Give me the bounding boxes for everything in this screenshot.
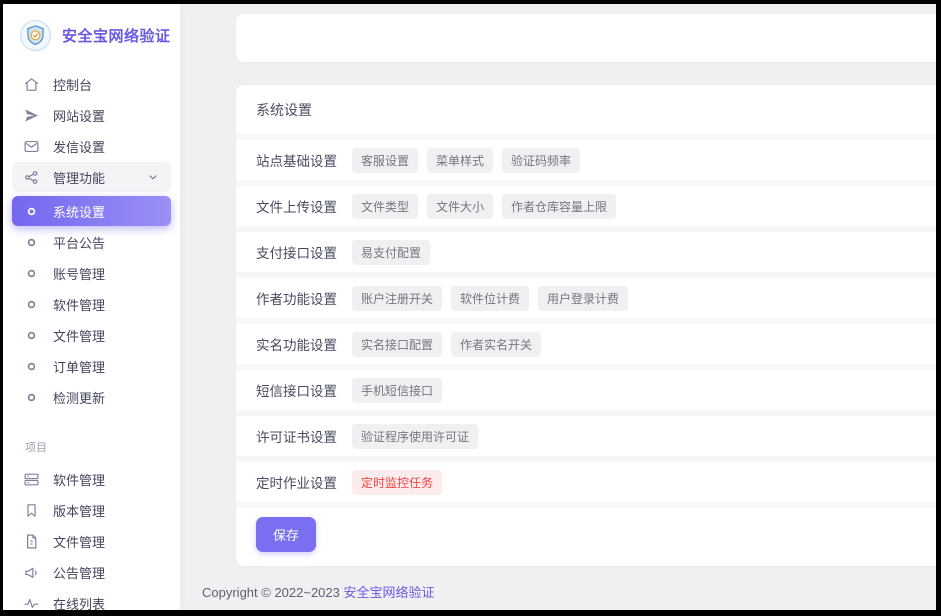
menu-item-label: 软件管理 bbox=[53, 295, 105, 314]
menu-item-label: 版本管理 bbox=[53, 501, 105, 520]
sidebar-submenu: 系统设置平台公告账号管理软件管理文件管理订单管理检测更新 bbox=[3, 196, 180, 412]
submenu-item-3[interactable]: 软件管理 bbox=[12, 289, 171, 319]
setting-badge[interactable]: 文件类型 bbox=[352, 194, 418, 219]
setting-badge[interactable]: 实名接口配置 bbox=[352, 332, 442, 357]
project-item-2[interactable]: 文件管理 bbox=[12, 526, 171, 556]
home-icon bbox=[23, 76, 40, 93]
megaphone-icon bbox=[23, 564, 40, 581]
server-stack-icon bbox=[23, 471, 40, 488]
menu-item-label: 平台公告 bbox=[53, 233, 105, 252]
menu-item-label: 发信设置 bbox=[53, 137, 105, 156]
setting-badge[interactable]: 软件位计费 bbox=[451, 286, 529, 311]
save-button[interactable]: 保存 bbox=[256, 517, 316, 552]
menu-item-label: 订单管理 bbox=[53, 357, 105, 376]
chevron-down-icon bbox=[146, 170, 160, 184]
ring-icon bbox=[23, 296, 40, 313]
ring-icon bbox=[23, 327, 40, 344]
card-title: 系统设置 bbox=[236, 85, 936, 134]
setting-row-title: 文件上传设置 bbox=[256, 196, 337, 216]
rocket-icon bbox=[23, 107, 40, 124]
setting-row-title: 支付接口设置 bbox=[256, 242, 337, 262]
setting-row: 实名功能设置实名接口配置作者实名开关 bbox=[236, 318, 936, 364]
setting-badge[interactable]: 账户注册开关 bbox=[352, 286, 442, 311]
bookmark-icon bbox=[23, 502, 40, 519]
setting-row: 许可证书设置验证程序使用许可证 bbox=[236, 410, 936, 456]
ring-icon bbox=[23, 265, 40, 282]
menu-item-label: 公告管理 bbox=[53, 563, 105, 582]
submenu-item-6[interactable]: 检测更新 bbox=[12, 382, 171, 412]
save-section: 保存 bbox=[236, 502, 936, 566]
menu-item-label: 软件管理 bbox=[53, 470, 105, 489]
submenu-item-2[interactable]: 账号管理 bbox=[12, 258, 171, 288]
setting-badge[interactable]: 菜单样式 bbox=[427, 148, 493, 173]
menu-item-label: 网站设置 bbox=[53, 106, 105, 125]
menu-item-label: 在线列表 bbox=[53, 594, 105, 611]
setting-row-title: 许可证书设置 bbox=[256, 426, 337, 446]
setting-badge[interactable]: 客服设置 bbox=[352, 148, 418, 173]
menu-item-label: 管理功能 bbox=[53, 168, 105, 187]
setting-row-title: 定时作业设置 bbox=[256, 472, 337, 492]
mail-icon bbox=[23, 138, 40, 155]
setting-row-title: 站点基础设置 bbox=[256, 150, 337, 170]
sidebar-item-3[interactable]: 管理功能 bbox=[12, 162, 171, 192]
setting-badge[interactable]: 用户登录计费 bbox=[538, 286, 628, 311]
ring-icon bbox=[23, 389, 40, 406]
ring-icon bbox=[23, 203, 40, 220]
menu-item-label: 控制台 bbox=[53, 75, 92, 94]
setting-badge[interactable]: 验证码频率 bbox=[502, 148, 580, 173]
sidebar-main-menu: 控制台网站设置发信设置管理功能系统设置平台公告账号管理软件管理文件管理订单管理检… bbox=[3, 68, 180, 413]
sidebar-item-2[interactable]: 发信设置 bbox=[12, 131, 171, 161]
menu-item-label: 文件管理 bbox=[53, 326, 105, 345]
top-navbar bbox=[236, 14, 936, 62]
share-nodes-icon bbox=[23, 169, 40, 186]
sidebar-project-menu: 软件管理版本管理文件管理公告管理在线列表 bbox=[3, 463, 180, 610]
submenu-item-5[interactable]: 订单管理 bbox=[12, 351, 171, 381]
menu-item-label: 检测更新 bbox=[53, 388, 105, 407]
app-window: 安全宝网络验证 控制台网站设置发信设置管理功能系统设置平台公告账号管理软件管理文… bbox=[3, 4, 936, 610]
submenu-item-1[interactable]: 平台公告 bbox=[12, 227, 171, 257]
sidebar-item-1[interactable]: 网站设置 bbox=[12, 100, 171, 130]
project-item-4[interactable]: 在线列表 bbox=[12, 588, 171, 610]
setting-badge[interactable]: 易支付配置 bbox=[352, 240, 430, 265]
sidebar-item-0[interactable]: 控制台 bbox=[12, 69, 171, 99]
shield-logo-icon bbox=[19, 19, 52, 52]
menu-item-label: 系统设置 bbox=[53, 202, 105, 221]
project-item-3[interactable]: 公告管理 bbox=[12, 557, 171, 587]
main-area: 系统设置 站点基础设置客服设置菜单样式验证码频率文件上传设置文件类型文件大小作者… bbox=[180, 4, 936, 610]
setting-badge[interactable]: 作者实名开关 bbox=[451, 332, 541, 357]
setting-row: 文件上传设置文件类型文件大小作者仓库容量上限 bbox=[236, 180, 936, 226]
setting-row: 定时作业设置定时监控任务 bbox=[236, 456, 936, 502]
menu-item-label: 账号管理 bbox=[53, 264, 105, 283]
brand[interactable]: 安全宝网络验证 bbox=[3, 4, 180, 62]
setting-row-title: 作者功能设置 bbox=[256, 288, 337, 308]
menu-item-label: 文件管理 bbox=[53, 532, 105, 551]
setting-row-title: 短信接口设置 bbox=[256, 380, 337, 400]
setting-badge[interactable]: 作者仓库容量上限 bbox=[502, 194, 616, 219]
footer: Copyright © 2022~2023 安全宝网络验证 bbox=[202, 582, 936, 610]
file-icon bbox=[23, 533, 40, 550]
setting-row: 支付接口设置易支付配置 bbox=[236, 226, 936, 272]
setting-badge[interactable]: 定时监控任务 bbox=[352, 470, 442, 495]
setting-row: 短信接口设置手机短信接口 bbox=[236, 364, 936, 410]
submenu-item-4[interactable]: 文件管理 bbox=[12, 320, 171, 350]
project-item-0[interactable]: 软件管理 bbox=[12, 464, 171, 494]
settings-card: 系统设置 站点基础设置客服设置菜单样式验证码频率文件上传设置文件类型文件大小作者… bbox=[236, 85, 936, 566]
sidebar: 安全宝网络验证 控制台网站设置发信设置管理功能系统设置平台公告账号管理软件管理文… bbox=[3, 4, 180, 610]
setting-row: 站点基础设置客服设置菜单样式验证码频率 bbox=[236, 134, 936, 180]
setting-badge[interactable]: 手机短信接口 bbox=[352, 378, 442, 403]
setting-row: 作者功能设置账户注册开关软件位计费用户登录计费 bbox=[236, 272, 936, 318]
copyright-text: Copyright © 2022~2023 bbox=[202, 585, 340, 600]
ring-icon bbox=[23, 234, 40, 251]
setting-badge[interactable]: 文件大小 bbox=[427, 194, 493, 219]
ring-icon bbox=[23, 358, 40, 375]
sidebar-section-label: 项目 bbox=[25, 439, 180, 455]
activity-icon bbox=[23, 595, 40, 611]
setting-badge[interactable]: 验证程序使用许可证 bbox=[352, 424, 478, 449]
app-title: 安全宝网络验证 bbox=[62, 25, 171, 46]
setting-row-title: 实名功能设置 bbox=[256, 334, 337, 354]
submenu-item-0[interactable]: 系统设置 bbox=[12, 196, 171, 226]
project-item-1[interactable]: 版本管理 bbox=[12, 495, 171, 525]
footer-brand-link[interactable]: 安全宝网络验证 bbox=[344, 585, 435, 600]
